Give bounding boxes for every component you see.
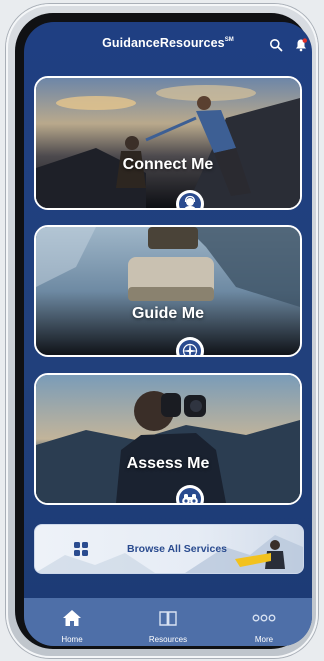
guide-me-title: Guide Me — [131, 305, 204, 322]
bottom-tab-bar: Home Resources More — [24, 598, 312, 646]
app-title-text: GuidanceResources — [102, 36, 225, 50]
app-header: GuidanceResourcesSM — [24, 22, 312, 70]
connect-me-image — [36, 78, 300, 208]
tab-resources-label: Resources — [148, 635, 188, 644]
binoculars-icon — [182, 494, 198, 503]
assess-me-badge — [176, 485, 204, 503]
book-icon — [159, 611, 177, 626]
app-screen: GuidanceResourcesSM Connect Me Guide Me … — [24, 22, 312, 646]
assess-me-title: Assess Me — [126, 455, 210, 472]
guide-me-image — [36, 227, 300, 355]
connect-me-badge — [176, 190, 204, 208]
assess-me-image — [36, 375, 300, 503]
bell-icon[interactable] — [294, 38, 308, 52]
guide-me-badge — [176, 337, 204, 355]
more-dots-icon — [252, 614, 276, 622]
browse-all-services-button[interactable]: Browse All Services — [34, 524, 304, 574]
browse-all-services-label: Browse All Services — [127, 543, 227, 555]
connect-me-title: Connect Me — [122, 156, 214, 173]
tab-more[interactable]: More — [216, 598, 312, 646]
service-mark: SM — [224, 37, 234, 43]
phone-frame: GuidanceResourcesSM Connect Me Guide Me … — [6, 4, 318, 658]
search-icon[interactable] — [269, 38, 283, 52]
tab-more-label: More — [254, 635, 274, 644]
tab-home[interactable]: Home — [24, 598, 120, 646]
grid-icon — [74, 542, 88, 556]
assess-me-card[interactable]: Assess Me — [34, 373, 302, 505]
connect-me-card[interactable]: Connect Me — [34, 76, 302, 210]
guide-me-card[interactable]: Guide Me — [34, 225, 302, 357]
tab-home-label: Home — [61, 635, 83, 644]
person-headset-icon — [184, 195, 196, 208]
notification-dot — [302, 38, 307, 43]
tab-resources[interactable]: Resources — [120, 598, 216, 646]
home-icon — [63, 610, 81, 626]
compass-icon — [182, 343, 198, 355]
